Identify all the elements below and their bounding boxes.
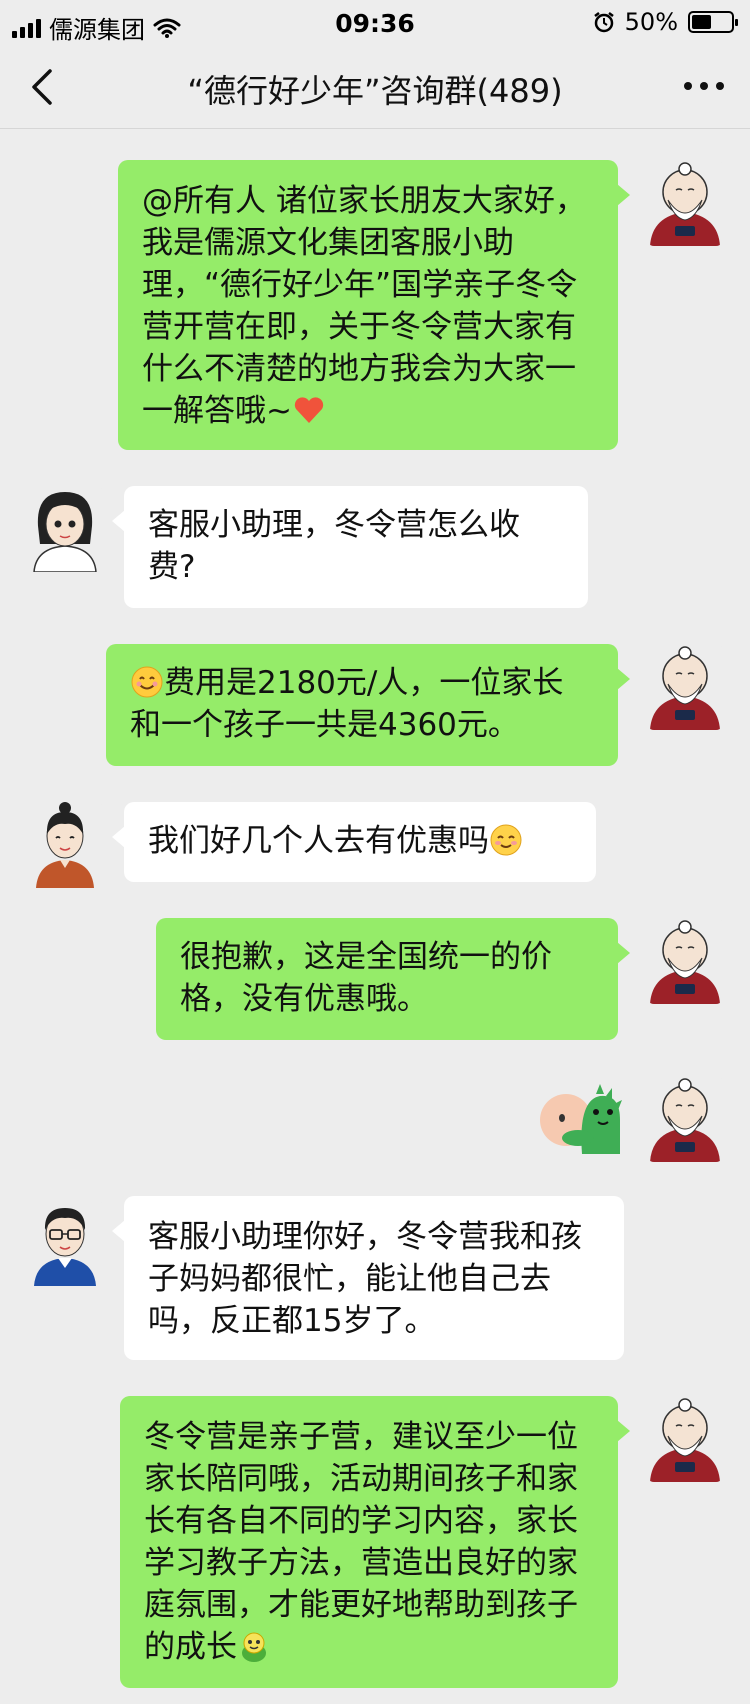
message-text: 冬令营是亲子营，建议至少一位家长陪同哦，活动期间孩子和家长有各自不同的学习内容，… bbox=[144, 1419, 578, 1665]
message-bubble-received[interactable]: 客服小助理，冬令营怎么收费? bbox=[112, 486, 588, 608]
message-text: 客服小助理你好，冬令营我和孩子妈妈都很忙，能让他自己去吗，反正都15岁了。 bbox=[148, 1219, 582, 1339]
message-bubble-sent[interactable]: @所有人 诸位家长朋友大家好，我是儒源文化集团客服小助理，“德行好少年”国学亲子… bbox=[118, 160, 630, 450]
message-text: @所有人 诸位家长朋友大家好，我是儒源文化集团客服小助理，“德行好少年”国学亲子… bbox=[142, 183, 586, 429]
battery-fill bbox=[692, 15, 711, 29]
message-bubble-sent[interactable]: 冬令营是亲子营，建议至少一位家长陪同哦，活动期间孩子和家长有各自不同的学习内容，… bbox=[120, 1396, 630, 1688]
message-text: 费用是2180元/人，一位家长和一个孩子一共是4360元。 bbox=[130, 665, 564, 743]
status-right: 50% bbox=[593, 8, 738, 36]
chat-title: “德行好少年”咨询群(489) bbox=[187, 72, 563, 110]
assistant-avatar[interactable] bbox=[646, 160, 724, 246]
message-bubble-sent[interactable]: 很抱歉，这是全国统一的价格，没有优惠哦。 bbox=[156, 918, 630, 1040]
parent-avatar-man-glasses[interactable] bbox=[26, 1200, 104, 1286]
message-text: 客服小助理，冬令营怎么收费? bbox=[148, 507, 520, 585]
alarm-icon bbox=[593, 12, 614, 33]
chat-header: “德行好少年”咨询群(489) bbox=[0, 46, 750, 129]
message-bubble-received[interactable]: 客服小助理你好，冬令营我和孩子妈妈都很忙，能让他自己去吗，反正都15岁了。 bbox=[112, 1196, 624, 1360]
more-dots-icon[interactable] bbox=[684, 82, 724, 90]
frog-emoji-icon bbox=[242, 1632, 266, 1662]
assistant-avatar[interactable] bbox=[646, 1076, 724, 1162]
battery-percent: 50% bbox=[624, 8, 678, 36]
assistant-avatar[interactable] bbox=[646, 644, 724, 730]
heart-icon bbox=[294, 397, 324, 423]
dinosaur-hug-sticker[interactable] bbox=[538, 1080, 622, 1154]
message-text: 很抱歉，这是全国统一的价格，没有优惠哦。 bbox=[180, 939, 552, 1017]
message-text: 我们好几个人去有优惠吗 bbox=[148, 823, 489, 859]
parent-avatar-woman[interactable] bbox=[26, 486, 104, 572]
message-bubble-sent[interactable]: 费用是2180元/人，一位家长和一个孩子一共是4360元。 bbox=[106, 644, 630, 766]
assistant-avatar[interactable] bbox=[646, 918, 724, 1004]
status-bar: 儒源集团 09:36 50% bbox=[0, 0, 750, 46]
parent-avatar-man-bun[interactable] bbox=[26, 802, 104, 888]
smile-emoji-icon bbox=[131, 666, 163, 698]
battery-icon bbox=[688, 11, 738, 33]
blush-emoji-icon bbox=[490, 824, 522, 856]
assistant-avatar[interactable] bbox=[646, 1396, 724, 1482]
message-bubble-received[interactable]: 我们好几个人去有优惠吗 bbox=[112, 802, 596, 882]
